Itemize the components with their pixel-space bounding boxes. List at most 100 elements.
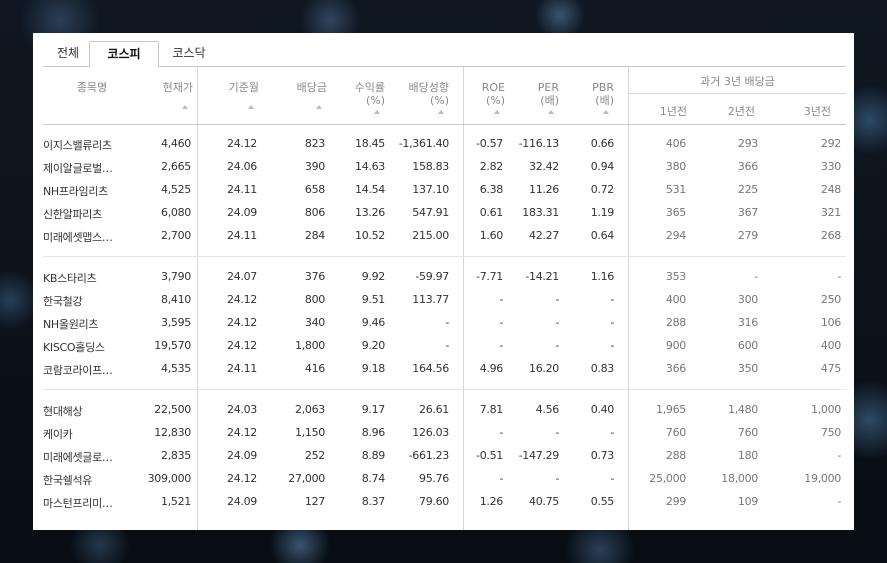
cell-pbr: 1.19 (590, 206, 615, 219)
cell-y3: 750 (820, 426, 841, 439)
cell-y1: 288 (665, 449, 686, 462)
stock-name-link[interactable]: 마스턴프리미… (43, 495, 138, 511)
cell-price: 6,080 (161, 206, 191, 219)
header-yield[interactable]: 수익률 (%) (339, 81, 385, 107)
cell-roe: -0.51 (476, 449, 503, 462)
stock-name-link[interactable]: 현대해상 (43, 403, 138, 419)
sort-arrow-icon[interactable] (548, 110, 554, 114)
cell-roe: 1.60 (479, 229, 504, 242)
table-row[interactable]: 한국쉘석유 309,000 24.12 27,000 8.74 95.76 - - - 25,00… (43, 468, 846, 491)
dividend-table-panel: 전체 코스피 코스닥 종목명 현재가 기준월 배당금 수익률 (%) 배당성향 … (33, 33, 854, 530)
tab-kosdaq[interactable]: 코스닥 (159, 41, 219, 65)
header-pbr-line1: PBR (592, 81, 614, 94)
cell-y2: 180 (737, 449, 758, 462)
cell-y3: 1,000 (811, 403, 841, 416)
sort-arrow-icon[interactable] (603, 110, 609, 114)
cell-price: 3,595 (161, 316, 191, 329)
header-payout-line2: (%) (429, 94, 449, 107)
cell-y1: 299 (665, 495, 686, 508)
header-roe-line1: ROE (481, 81, 505, 94)
stock-name-link[interactable]: 신한알파리츠 (43, 206, 138, 222)
cell-per: - (555, 339, 559, 352)
sort-arrow-icon[interactable] (316, 105, 322, 109)
table-row[interactable]: 코람코라이프… 4,535 24.11 416 9.18 164.56 4.96 16.20 0… (43, 358, 846, 381)
header-dividend[interactable]: 배당금 (281, 81, 327, 94)
table-row[interactable]: 케이카 12,830 24.12 1,150 8.96 126.03 - - - 760 760 75… (43, 422, 846, 445)
table-row[interactable]: NH올원리츠 3,595 24.12 340 9.46 - - - - 288 316 106 (43, 312, 846, 335)
cell-div: 800 (304, 293, 325, 306)
cell-yield: 9.51 (361, 293, 386, 306)
cell-y2: 600 (737, 339, 758, 352)
cell-pbr: 0.66 (590, 137, 615, 150)
header-pbr[interactable]: PBR (배) (573, 81, 614, 107)
stock-name-link[interactable]: KB스타리츠 (43, 270, 138, 286)
stock-name-link[interactable]: 미래에셋맵스… (43, 229, 138, 245)
table-row[interactable]: 미래에셋글로… 2,835 24.09 252 8.89 -661.23 -0.51 -147… (43, 445, 846, 468)
stock-name-link[interactable]: 제이알글로벌… (43, 160, 138, 176)
stock-name-link[interactable]: 미래에셋글로… (43, 449, 138, 465)
stock-name-link[interactable]: 이지스밸류리츠 (43, 137, 138, 153)
table-row[interactable]: KISCO홀딩스 19,570 24.12 1,800 9.20 - - - - 900 600 40… (43, 335, 846, 358)
cell-div: 658 (304, 183, 325, 196)
cell-yield: 9.17 (361, 403, 386, 416)
sort-arrow-icon[interactable] (438, 110, 444, 114)
stock-name-link[interactable]: 한국철강 (43, 293, 138, 309)
stock-name-link[interactable]: NH올원리츠 (43, 316, 138, 332)
cell-y3: 330 (820, 160, 841, 173)
header-per[interactable]: PER (배) (519, 81, 559, 107)
table-row[interactable]: KB스타리츠 3,790 24.07 376 9.92 -59.97 -7.71 -14.21… (43, 266, 846, 289)
cell-div: 416 (304, 362, 325, 375)
cell-price: 2,665 (161, 160, 191, 173)
table-row[interactable]: 제이알글로벌… 2,665 24.06 390 14.63 158.83 2.82 32.42… (43, 156, 846, 179)
cell-roe: 4.96 (479, 362, 504, 375)
cell-roe: - (499, 472, 503, 485)
tab-all[interactable]: 전체 (43, 41, 93, 65)
header-name[interactable]: 종목명 (57, 81, 127, 94)
cell-per: - (555, 293, 559, 306)
sort-arrow-icon[interactable] (374, 110, 380, 114)
stock-name-link[interactable]: KISCO홀딩스 (43, 339, 138, 355)
header-price[interactable]: 현재가 (153, 81, 193, 94)
cell-y1: 288 (665, 316, 686, 329)
table-row[interactable]: 이지스밸류리츠 4,460 24.12 823 18.45 -1,361.40 -0.57 -… (43, 133, 846, 156)
cell-payout: -1,361.40 (398, 137, 450, 150)
cell-y1: 900 (665, 339, 686, 352)
table-row[interactable]: 현대해상 22,500 24.03 2,063 9.17 26.61 7.81 4.56 0.4… (43, 399, 846, 422)
cell-pbr: 0.55 (590, 495, 615, 508)
table-row[interactable]: NH프라임리츠 4,525 24.11 658 14.54 137.10 6.38 11.26… (43, 179, 846, 202)
header-1y: 1년전 (659, 105, 687, 118)
sort-arrow-icon[interactable] (494, 110, 500, 114)
cell-payout: 26.61 (419, 403, 449, 416)
header-payout[interactable]: 배당성향 (%) (393, 81, 449, 107)
table-row[interactable]: 미래에셋맵스… 2,700 24.11 284 10.52 215.00 1.60 42.27… (43, 225, 846, 248)
tab-kospi[interactable]: 코스피 (89, 41, 159, 68)
table-row[interactable]: 한국철강 8,410 24.12 800 9.51 113.77 - - - 400 300 250 (43, 289, 846, 312)
stock-name-link[interactable]: 코람코라이프… (43, 362, 138, 378)
cell-price: 3,790 (161, 270, 191, 283)
cell-div: 806 (304, 206, 325, 219)
header-base-month[interactable]: 기준월 (213, 81, 259, 94)
cell-per: 40.75 (529, 495, 559, 508)
stock-name-link[interactable]: 한국쉘석유 (43, 472, 138, 488)
cell-price: 2,700 (161, 229, 191, 242)
stock-name-link[interactable]: 케이카 (43, 426, 138, 442)
cell-div: 376 (304, 270, 325, 283)
cell-payout: 113.77 (412, 293, 449, 306)
cell-yield: 18.45 (355, 137, 385, 150)
sort-arrow-icon[interactable] (182, 105, 188, 109)
cell-base: 24.06 (227, 160, 257, 173)
cell-yield: 9.20 (361, 339, 386, 352)
cell-pbr: 0.73 (590, 449, 615, 462)
table-row[interactable]: 마스턴프리미… 1,521 24.09 127 8.37 79.60 1.26 40.75 0.… (43, 491, 846, 514)
cell-price: 8,410 (161, 293, 191, 306)
cell-payout: 215.00 (412, 229, 449, 242)
cell-per: 42.27 (529, 229, 559, 242)
header-roe[interactable]: ROE (%) (467, 81, 505, 107)
cell-yield: 8.89 (361, 449, 386, 462)
stock-name-link[interactable]: NH프라임리츠 (43, 183, 138, 199)
cell-payout: 79.60 (419, 495, 449, 508)
cell-pbr: 0.83 (590, 362, 615, 375)
table-row[interactable]: 신한알파리츠 6,080 24.09 806 13.26 547.91 0.61 183.31… (43, 202, 846, 225)
cell-base: 24.03 (227, 403, 257, 416)
sort-arrow-icon[interactable] (248, 105, 254, 109)
